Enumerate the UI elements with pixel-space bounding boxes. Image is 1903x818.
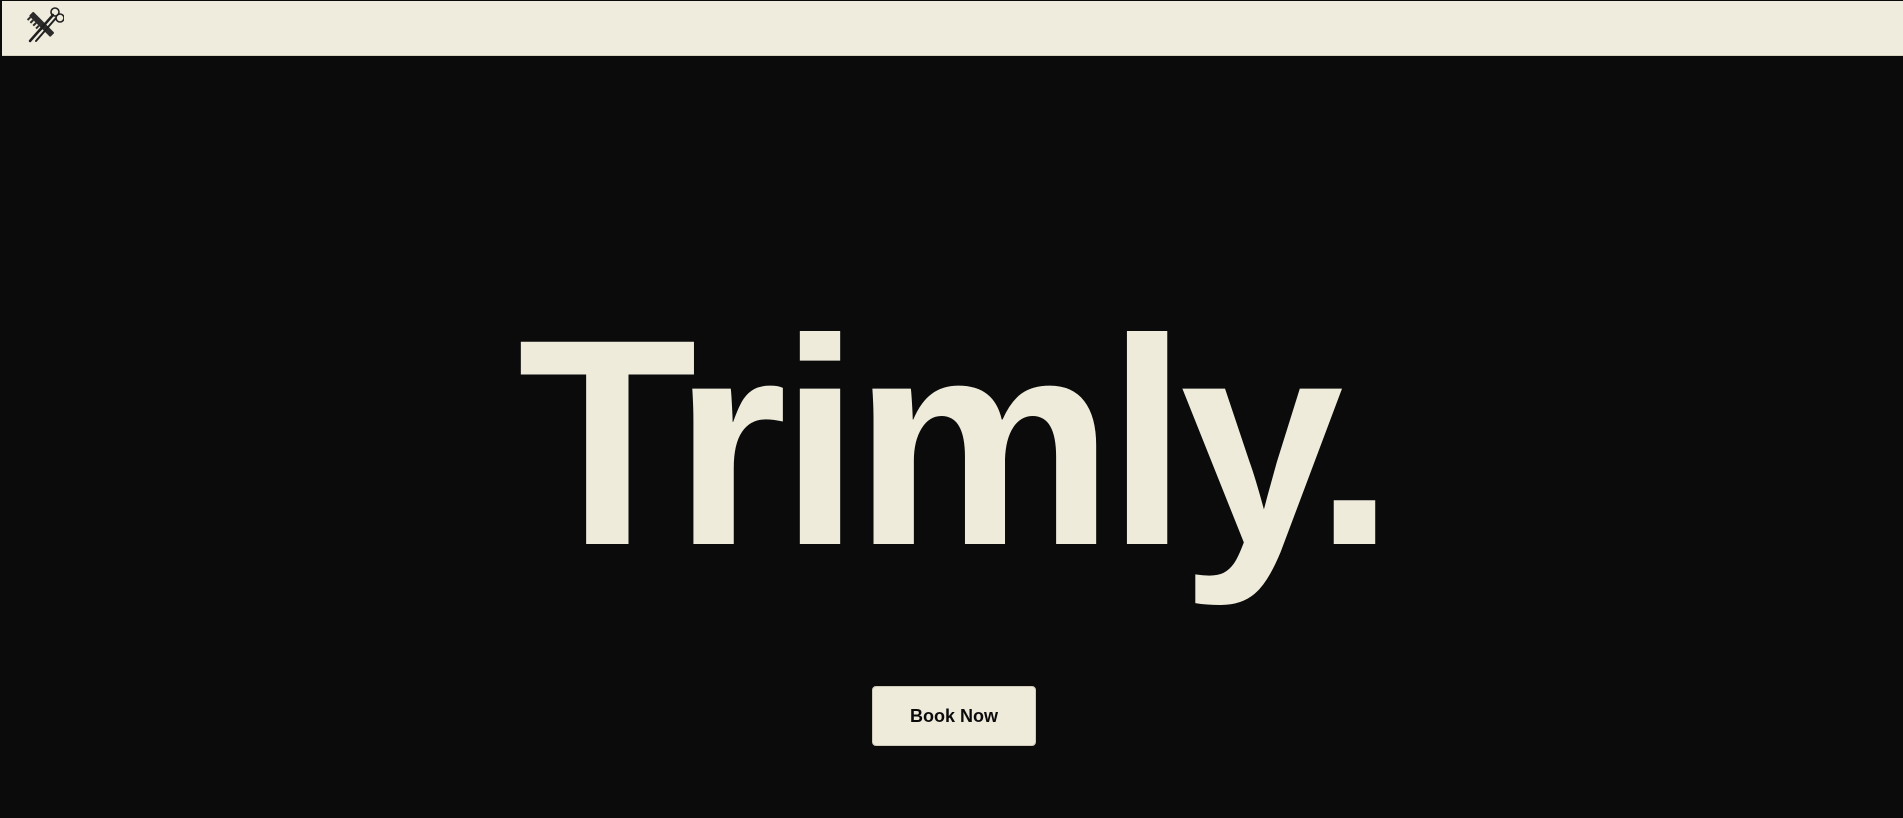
- scissors-comb-icon: [26, 7, 65, 43]
- hero-title: Trimly.: [517, 279, 1396, 607]
- top-navigation-bar: [2, 1, 1903, 56]
- logo-link[interactable]: [18, 5, 65, 45]
- book-now-button[interactable]: Book Now: [872, 686, 1036, 746]
- hero-section: Trimly. Book Now: [2, 56, 1903, 818]
- page: Trimly. Book Now: [0, 0, 1903, 818]
